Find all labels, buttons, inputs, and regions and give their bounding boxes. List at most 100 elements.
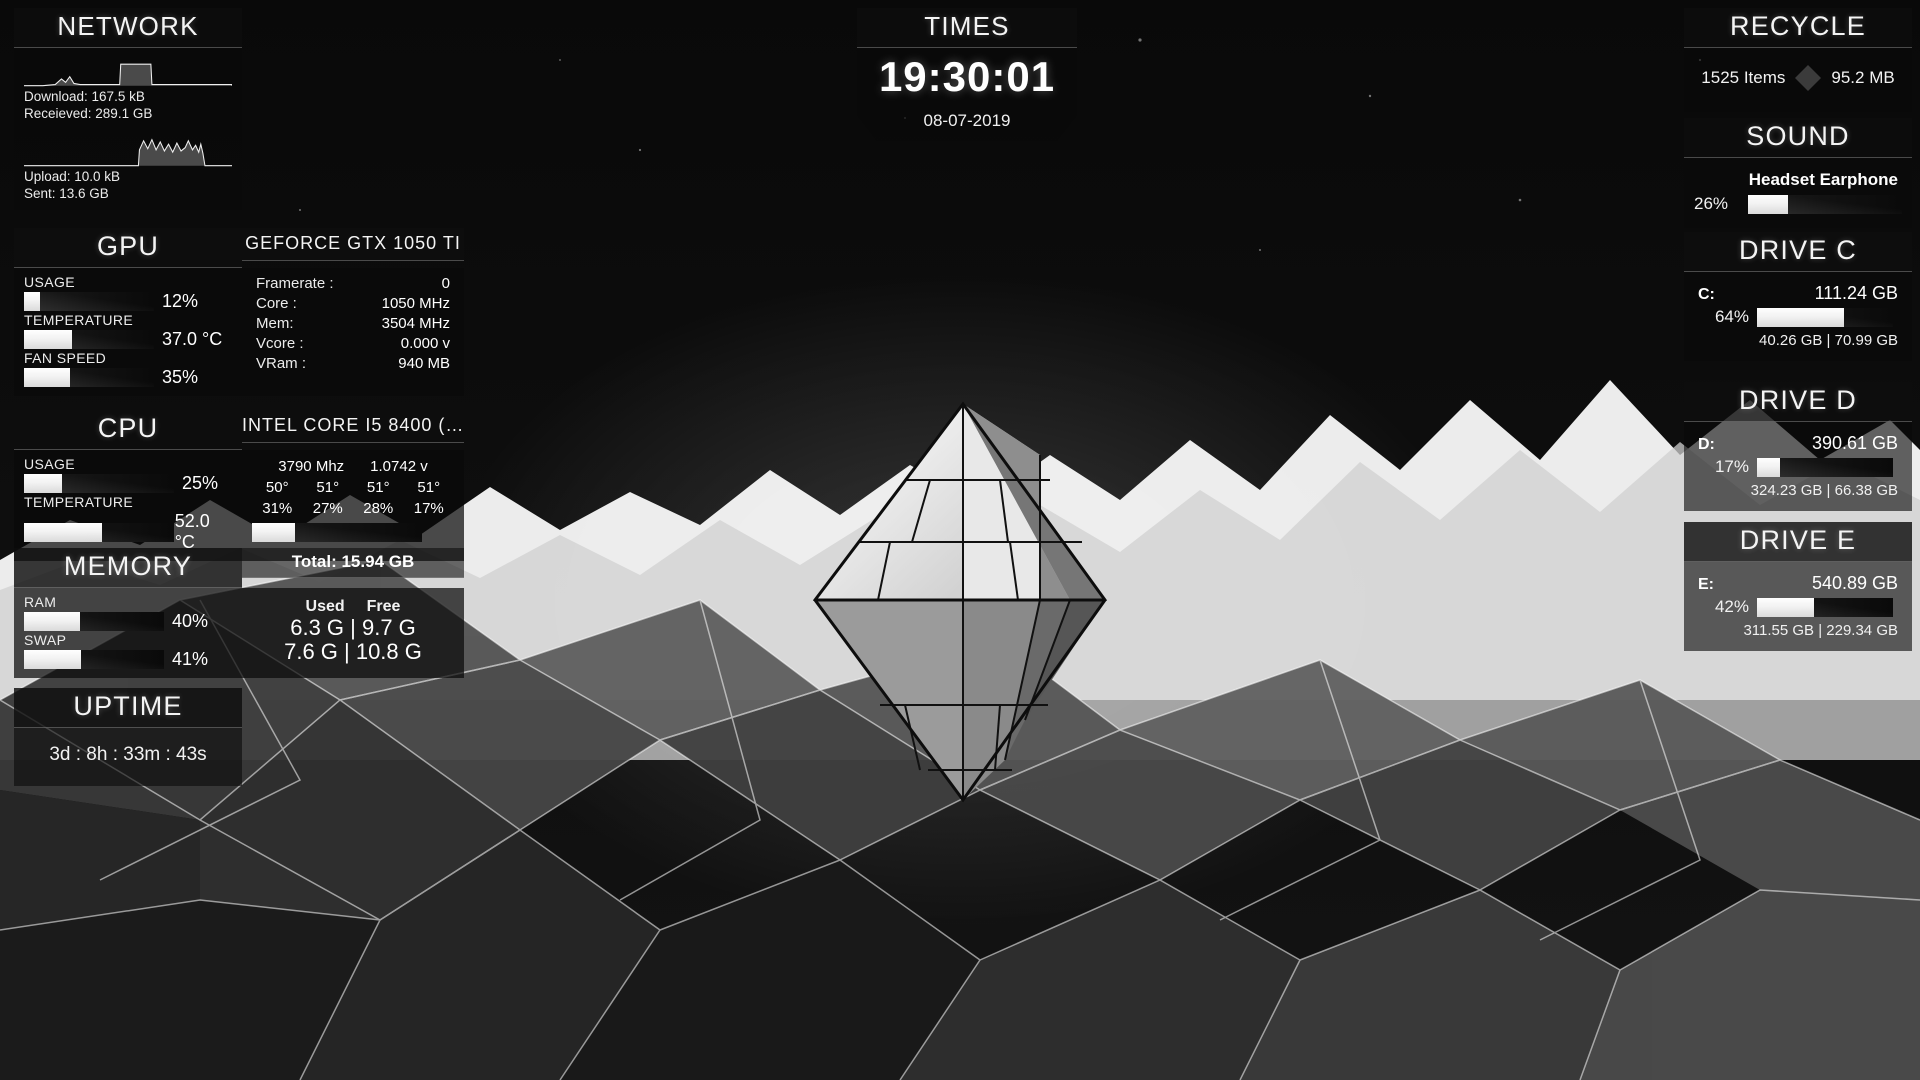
cpu-freq-row: 3790 Mhz 1.0742 v <box>252 456 454 477</box>
memory-usage-table: Used Free 6.3 G | 9.7 G 7.6 G | 10.8 G <box>242 588 464 678</box>
cpu-core-temp: 51° <box>366 479 390 496</box>
bar-value: 37.0 °C <box>162 329 223 349</box>
sound-volume-label: 26% <box>1694 194 1729 213</box>
sound-volume-row[interactable]: 26% <box>1694 193 1902 218</box>
network-download-block: Download: 167.5 kB Receieved: 289.1 GB <box>24 54 232 122</box>
cpu-core-load: 31% <box>262 500 293 517</box>
drive-c-widget[interactable]: DRIVE C C: 111.24 GB 64% 40.26 GB | 70.99 GB <box>1684 232 1912 361</box>
gpu-detail-key: VRam : <box>256 355 307 372</box>
memory-widget[interactable]: MEMORY Total: 15.94 GB RAM 40% SWAP 41% Use… <box>14 548 464 678</box>
gpu-detail-row: Mem: 3504 MHz <box>252 314 454 334</box>
gpu-title: GPU <box>14 228 242 268</box>
bar-row: 12% <box>24 291 232 312</box>
bar-label: SWAP <box>24 632 67 648</box>
cpu-core-temp: 51° <box>316 479 340 496</box>
download-graph-icon <box>24 63 232 87</box>
recycle-widget[interactable]: RECYCLE 1525 Items 95.2 MB <box>1684 8 1912 112</box>
received-total: Receieved: 289.1 GB <box>24 106 153 121</box>
drive-usage-bar <box>1757 307 1893 327</box>
bar-value: 35% <box>162 367 199 387</box>
bar-label: TEMPERATURE <box>24 312 134 328</box>
sound-body: Headset Earphone 26% <box>1684 158 1912 228</box>
drive-body: D: 390.61 GB 17% 324.23 GB | 66.38 GB <box>1684 422 1912 511</box>
sound-volume-slider[interactable] <box>1748 194 1902 214</box>
bar-label: USAGE <box>24 274 76 290</box>
drive-letter: C: <box>1698 286 1715 303</box>
sound-widget[interactable]: SOUND Headset Earphone 26% <box>1684 118 1912 228</box>
gpu-bar-list: USAGE 12% TEMPERATURE 37.0 °C FAN SPEED 35% <box>14 268 242 396</box>
drive-free-used-detail: 324.23 GB | 66.38 GB <box>1750 482 1898 499</box>
drive-header-row: E: 540.89 GB <box>1694 570 1902 595</box>
cpu-voltage: 1.0742 v <box>370 458 428 475</box>
gpu-detail-key: Framerate : <box>256 275 334 292</box>
clock-value: 19:30:01 <box>878 53 1056 100</box>
memory-header-row: MEMORY Total: 15.94 GB <box>14 548 464 588</box>
cpu-title: CPU <box>14 410 242 450</box>
memory-table-header: Used Free <box>252 594 454 616</box>
drive-body: E: 540.89 GB 42% 311.55 GB | 229.34 GB <box>1684 562 1912 651</box>
recycle-title: RECYCLE <box>1684 8 1912 48</box>
bar-row: 41% <box>24 649 232 670</box>
gpu-body-row: USAGE 12% TEMPERATURE 37.0 °C FAN SPEED 35% F… <box>14 268 464 396</box>
memory-total: Total: 15.94 GB <box>242 548 464 578</box>
cpu-widget[interactable]: CPU INTEL CORE I5 8400 (… USAGE 25% TEMPER… <box>14 410 464 561</box>
cpu-core-load: 17% <box>413 500 444 517</box>
gpu-widget[interactable]: GPU GEFORCE GTX 1050 TI USAGE 12% TEMPERAT… <box>14 228 464 396</box>
drive-free-used-detail: 311.55 GB | 229.34 GB <box>1743 622 1898 639</box>
upload-rate: Upload: 10.0 kB <box>24 169 121 184</box>
drive-title: DRIVE D <box>1684 382 1912 422</box>
sent-total: Sent: 13.6 GB <box>24 186 109 201</box>
bar-label: FAN SPEED <box>24 350 107 366</box>
drive-usage-row: 17% <box>1694 455 1902 480</box>
memory-used-header: Used <box>305 598 345 615</box>
bar-row: 35% <box>24 367 232 388</box>
gpu-detail-row: Vcore : 0.000 v <box>252 334 454 354</box>
recycle-stats-row: 1525 Items 95.2 MB <box>1694 56 1902 102</box>
cpu-header-row: CPU INTEL CORE I5 8400 (… <box>14 410 464 450</box>
times-widget[interactable]: TIMES 19:30:01 08-07-2019 <box>857 8 1077 141</box>
memory-swap-values: 7.6 G | 10.8 G <box>284 639 422 664</box>
bar-value: 41% <box>172 649 209 669</box>
bar-value: 52.0 °C <box>174 511 210 552</box>
drive-usage-row: 64% <box>1694 305 1902 330</box>
memory-title: MEMORY <box>14 548 242 588</box>
uptime-title: UPTIME <box>14 688 242 728</box>
drive-usage-row: 42% <box>1694 595 1902 620</box>
drive-header-row: D: 390.61 GB <box>1694 430 1902 455</box>
gpu-detail-key: Vcore : <box>256 335 304 352</box>
times-title: TIMES <box>857 8 1077 48</box>
cpu-model: INTEL CORE I5 8400 (… <box>242 410 464 443</box>
recycle-body: 1525 Items 95.2 MB <box>1684 48 1912 112</box>
upload-graph-icon <box>24 138 232 167</box>
memory-bar-list: RAM 40% SWAP 41% <box>14 588 242 678</box>
network-widget[interactable]: NETWORK Download: 167.5 kB Receieved: 28… <box>14 8 242 210</box>
download-rate: Download: 167.5 kB <box>24 89 145 104</box>
gpu-detail-row: Core : 1050 MHz <box>252 294 454 314</box>
drive-percent-label: 42% <box>1714 597 1749 616</box>
cpu-core-temp: 50° <box>265 479 289 496</box>
bar-row: 25% <box>24 473 232 494</box>
gpu-detail-value: 0 <box>441 275 450 292</box>
gpu-detail-value: 1050 MHz <box>381 295 450 312</box>
gpu-detail-key: Mem: <box>256 315 294 332</box>
uptime-widget[interactable]: UPTIME 3d : 8h : 33m : 43s <box>14 688 242 786</box>
bar-row: 37.0 °C <box>24 329 232 350</box>
bar-row: 52.0 °C <box>24 511 232 553</box>
memory-free-header: Free <box>366 598 401 615</box>
network-upload-block: Upload: 10.0 kB Sent: 13.6 GB <box>24 134 232 202</box>
drive-header-row: C: 111.24 GB <box>1694 280 1902 305</box>
drive-percent-label: 17% <box>1714 457 1749 476</box>
cpu-core-loads: 31% 27% 28% 17% <box>252 498 454 519</box>
uptime-body: 3d : 8h : 33m : 43s <box>14 728 242 786</box>
recycle-size: 95.2 MB <box>1831 68 1895 87</box>
drive-e-widget[interactable]: DRIVE E E: 540.89 GB 42% 311.55 GB | 229.34 … <box>1684 522 1912 651</box>
drive-d-widget[interactable]: DRIVE D D: 390.61 GB 17% 324.23 GB | 66.38 G… <box>1684 382 1912 511</box>
recycle-item-count: 1525 Items <box>1701 68 1786 87</box>
bar-label: USAGE <box>24 456 76 472</box>
gpu-detail-value: 940 MB <box>398 355 450 372</box>
bar-value: 12% <box>162 291 199 311</box>
drive-capacity: 390.61 GB <box>1811 433 1898 453</box>
memory-body-row: RAM 40% SWAP 41% Used Free 6.3 G | 9.7 G 7.… <box>14 588 464 678</box>
bar-label: TEMPERATURE <box>24 494 134 510</box>
cpu-core-load: 28% <box>363 500 394 517</box>
